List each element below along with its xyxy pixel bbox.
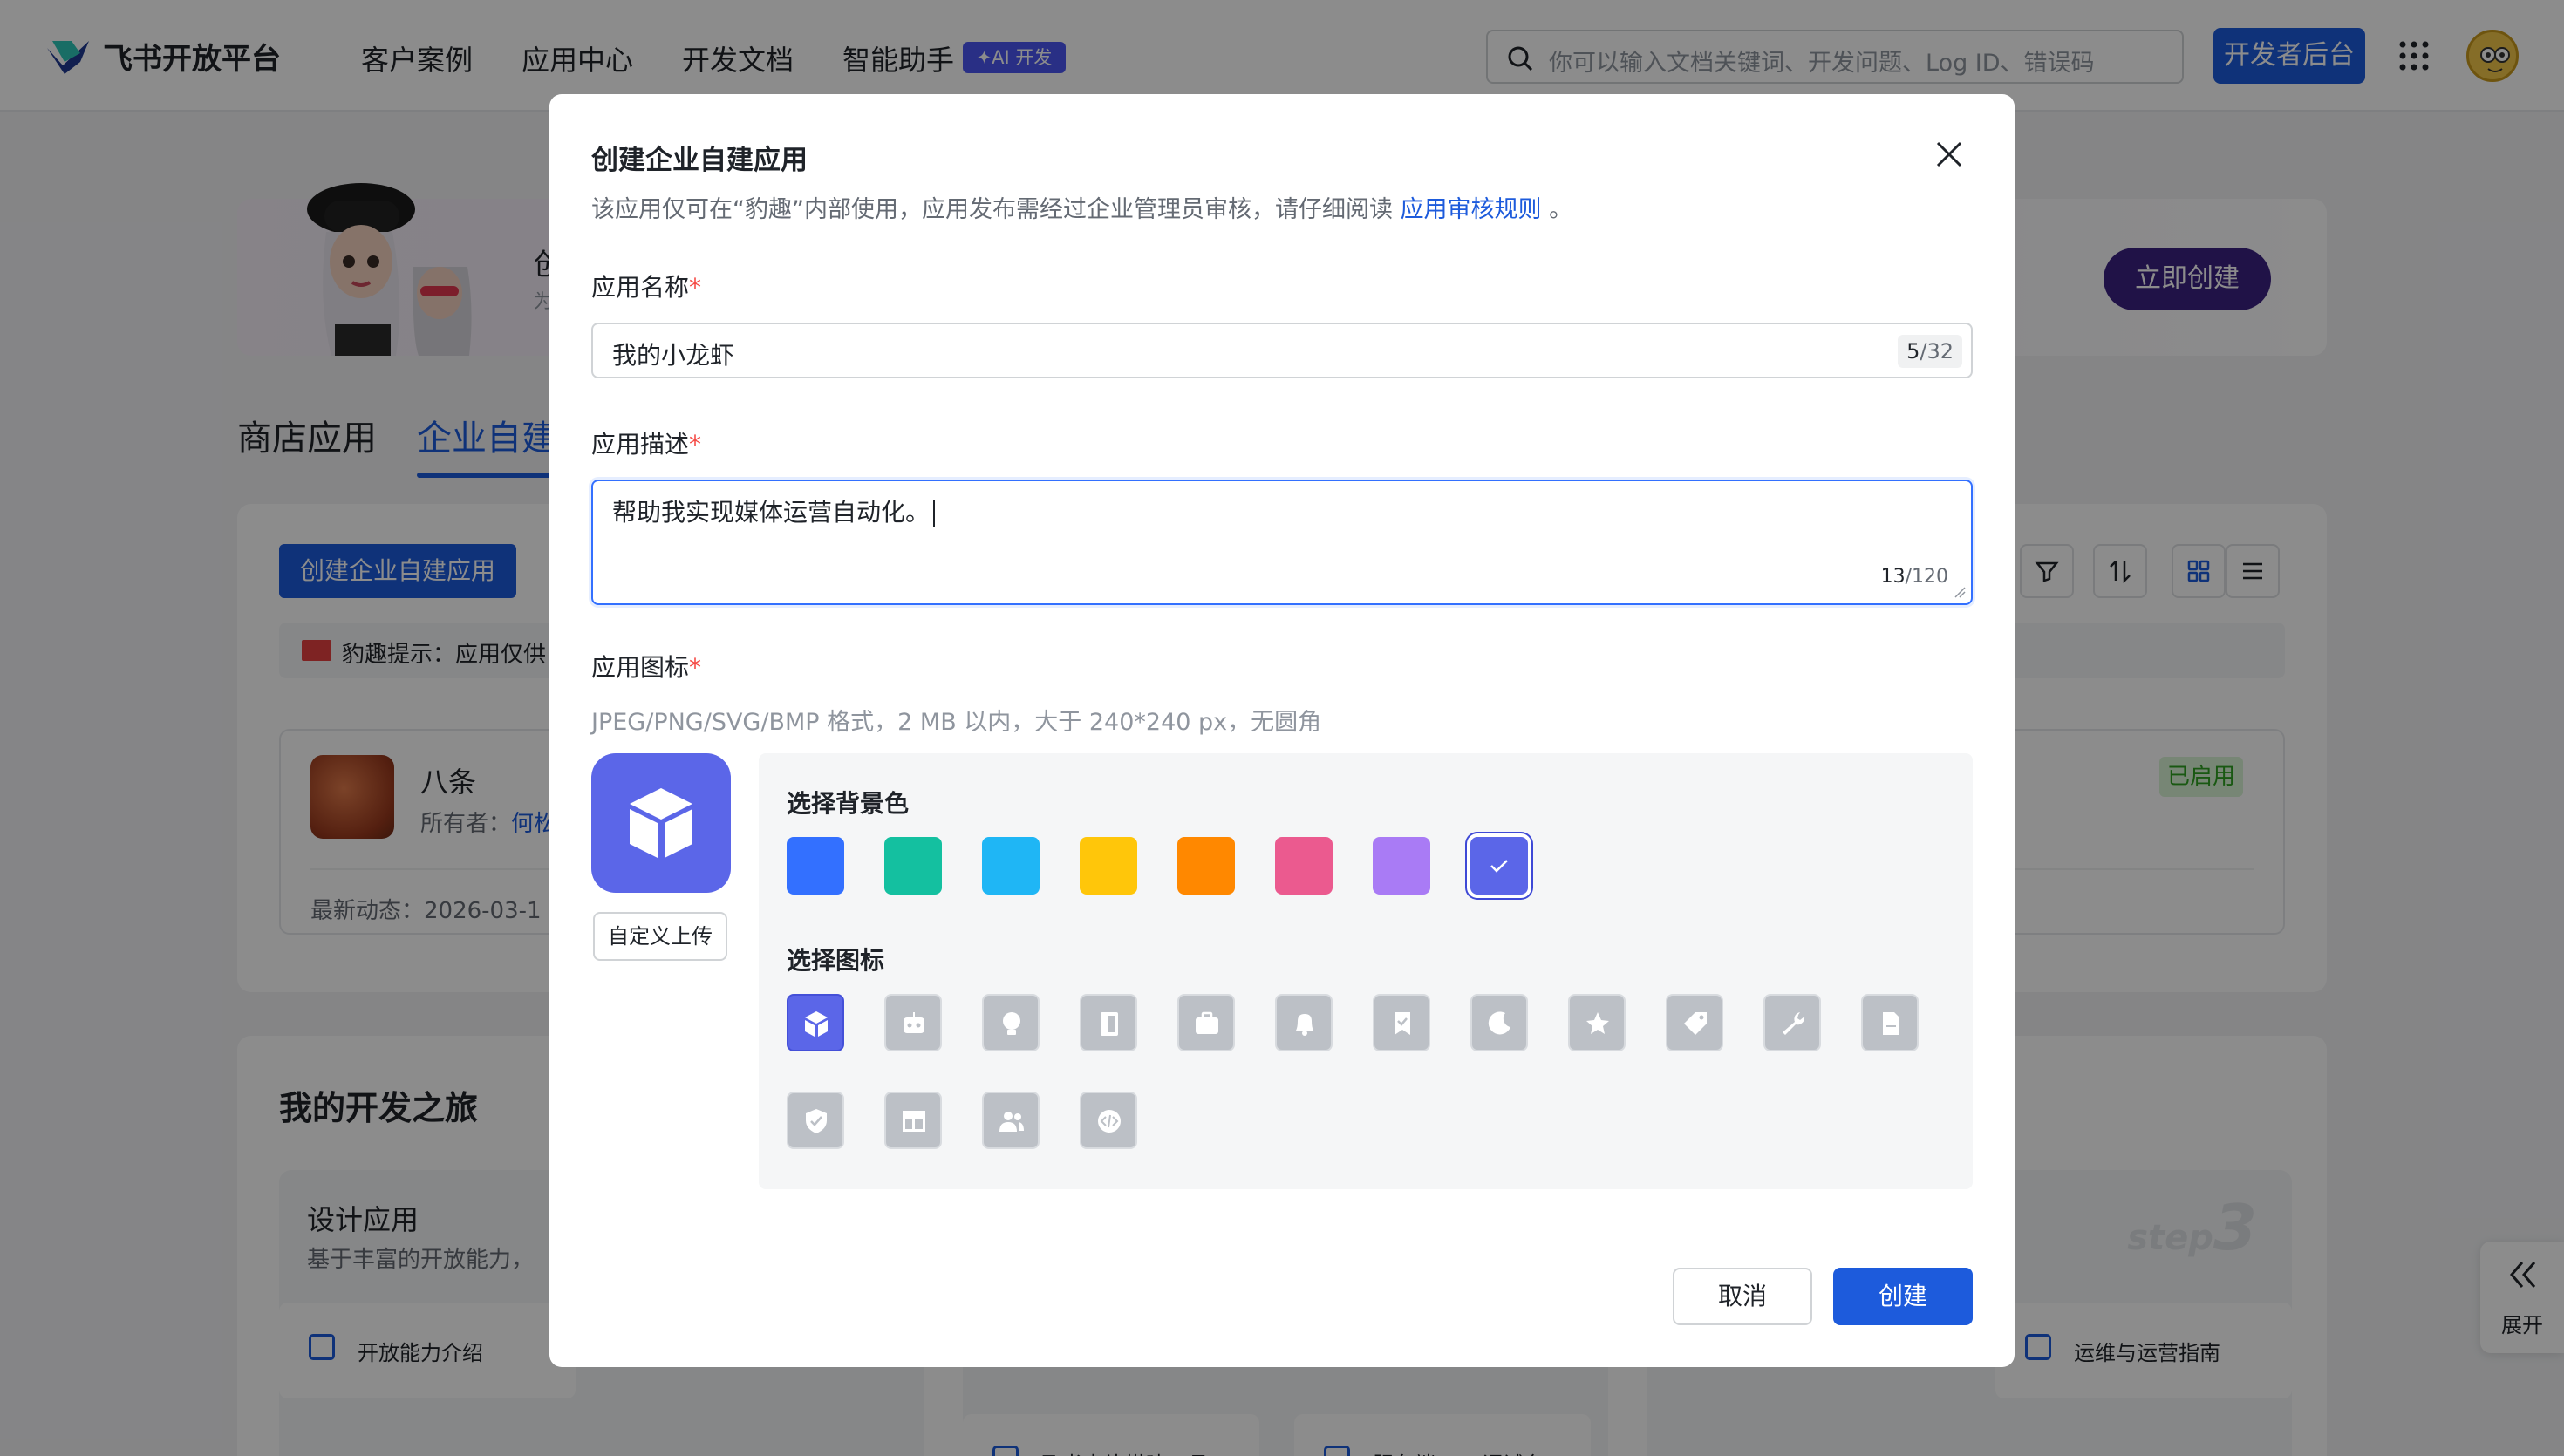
bg-color-swatch[interactable]: [1373, 837, 1430, 895]
icon-choice-bookmark[interactable]: [1373, 994, 1430, 1051]
app-icon-preview: [591, 753, 731, 893]
dialog-description: 该应用仅可在“豹趣”内部使用，应用发布需经过企业管理员审核，请仔细阅读 应用审核…: [591, 196, 1573, 223]
icon-choice-users[interactable]: [982, 1092, 1040, 1149]
bg-color-swatch[interactable]: [1177, 837, 1235, 895]
close-icon[interactable]: [1931, 136, 1967, 173]
app-name-char-count: 5/32: [1898, 335, 1962, 368]
app-name-value: 我的小龙虾: [612, 341, 735, 370]
cube-icon: [805, 1011, 828, 1037]
text-caret: [933, 500, 936, 527]
door-icon: [1101, 1012, 1118, 1036]
icon-picker-panel: 选择背景色 选择图标: [759, 753, 1973, 1189]
cancel-button[interactable]: 取消: [1673, 1268, 1812, 1325]
code-icon: [1098, 1110, 1121, 1133]
bg-color-swatch[interactable]: [1080, 837, 1137, 895]
wrench-icon: [1783, 1012, 1805, 1035]
app-desc-char-count: 13/120: [1880, 566, 1948, 588]
icon-choice-shield[interactable]: [787, 1092, 844, 1149]
custom-upload-button[interactable]: 自定义上传: [593, 912, 727, 961]
icon-choice-document[interactable]: [1861, 994, 1919, 1051]
icon-choice-lightbulb[interactable]: [982, 994, 1040, 1051]
users-icon: [999, 1112, 1024, 1132]
document-icon: [1883, 1012, 1899, 1035]
cube-icon: [630, 788, 692, 858]
app-icon-label: 应用图标*: [591, 653, 702, 682]
dialog-title: 创建企业自建应用: [591, 145, 808, 176]
app-name-label: 应用名称*: [591, 273, 702, 302]
icon-choice-star[interactable]: [1568, 994, 1626, 1051]
icon-choice-layout[interactable]: [884, 1092, 942, 1149]
briefcase-icon: [1196, 1011, 1218, 1034]
bookmark-icon: [1395, 1012, 1410, 1035]
icon-choice-robot[interactable]: [884, 994, 942, 1051]
moon-icon: [1488, 1011, 1510, 1035]
icon-choice-moon[interactable]: [1470, 994, 1528, 1051]
robot-icon: [904, 1012, 924, 1033]
icon-choice-bell[interactable]: [1275, 994, 1333, 1051]
bg-color-swatch[interactable]: [884, 837, 942, 895]
app-name-input[interactable]: 我的小龙虾 5/32: [591, 323, 1973, 378]
checkmark-icon: [1490, 860, 1508, 873]
lightbulb-icon: [1003, 1012, 1020, 1035]
app-icon-hint: JPEG/PNG/SVG/BMP 格式，2 MB 以内，大于 240*240 p…: [591, 709, 1322, 736]
icon-choice-door[interactable]: [1080, 994, 1137, 1051]
review-rules-link[interactable]: 应用审核规则: [1401, 196, 1542, 223]
icon-choice-briefcase[interactable]: [1177, 994, 1235, 1051]
app-desc-label: 应用描述*: [591, 430, 702, 459]
create-button[interactable]: 创建: [1833, 1268, 1973, 1325]
layout-icon: [903, 1111, 925, 1132]
bg-color-swatch[interactable]: [1275, 837, 1333, 895]
icon-choice-code[interactable]: [1080, 1092, 1137, 1149]
icon-choice-tag[interactable]: [1666, 994, 1723, 1051]
shield-icon: [806, 1109, 827, 1133]
bg-color-swatch[interactable]: [1470, 837, 1528, 895]
icon-choice-wrench[interactable]: [1763, 994, 1821, 1051]
bg-color-title: 选择背景色: [787, 789, 910, 818]
star-icon: [1586, 1012, 1609, 1034]
resize-handle-icon[interactable]: [1954, 586, 1966, 598]
app-desc-textarea[interactable]: 帮助我实现媒体运营自动化。 13/120: [591, 480, 1973, 605]
tag-icon: [1684, 1012, 1707, 1035]
bg-color-swatch[interactable]: [787, 837, 844, 895]
app-desc-value: 帮助我实现媒体运营自动化。: [612, 493, 936, 528]
bell-icon: [1296, 1014, 1313, 1036]
icon-choice-title: 选择图标: [787, 946, 885, 975]
bg-color-swatch[interactable]: [982, 837, 1040, 895]
icon-choice-cube[interactable]: [787, 994, 844, 1051]
create-app-dialog: 创建企业自建应用 该应用仅可在“豹趣”内部使用，应用发布需经过企业管理员审核，请…: [549, 94, 2015, 1367]
